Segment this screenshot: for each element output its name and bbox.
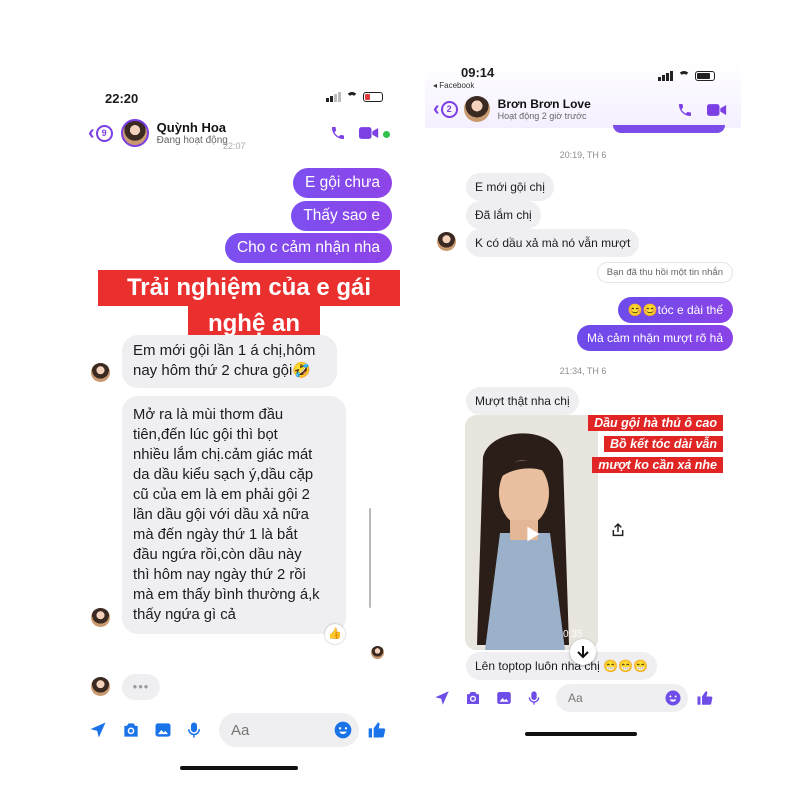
back-button[interactable]: ‹	[88, 123, 95, 143]
wifi-icon	[346, 92, 358, 102]
wifi-icon	[678, 71, 690, 81]
video-call-icon[interactable]	[359, 126, 379, 140]
contact-name[interactable]: Brơn Brơn Love	[498, 97, 591, 111]
partial-timestamp: 22:07	[223, 141, 246, 151]
home-indicator	[180, 766, 298, 770]
typing-indicator: •••	[122, 674, 160, 700]
incoming-message[interactable]: Lên toptop luôn nha chị 😁😁😁	[466, 652, 657, 680]
read-receipt-avatar	[371, 646, 384, 659]
home-indicator	[525, 732, 637, 736]
message-line: lần dầu gội với dầu xả nữa	[133, 507, 309, 523]
video-call-icon[interactable]	[707, 103, 727, 117]
incoming-message[interactable]: Mở ra là mùi thơm đầu tiên,đến lúc gội t…	[122, 396, 346, 634]
composer-bar: Aa	[78, 711, 400, 749]
overlay-caption-line-1: Trải nghiệm của e gái	[98, 270, 400, 306]
incoming-message[interactable]: Em mới gội lần 1 á chị,hôm nay hôm thứ 2…	[122, 335, 337, 388]
outgoing-message[interactable]: Mà cảm nhận mượt rõ hả	[577, 325, 733, 351]
image-icon[interactable]	[153, 720, 173, 740]
status-bar: 22:20	[78, 80, 400, 110]
online-dot	[383, 131, 390, 138]
unread-count-badge[interactable]: 9	[95, 124, 113, 142]
incoming-message[interactable]: K có dầu xả mà nó vẫn mượt	[466, 229, 640, 257]
outgoing-message[interactable]: 😊😊tóc e dài thế	[617, 297, 733, 323]
incoming-message[interactable]: Mượt thật nha chị	[466, 387, 579, 415]
battery-icon	[695, 71, 715, 81]
left-chat-screenshot: 22:20 ‹ 9 Quỳnh Hoa Đang hoạt động 22:07…	[78, 80, 400, 780]
camera-icon[interactable]	[464, 689, 482, 707]
message-placeholder: Aa	[231, 721, 250, 739]
video-attachment[interactable]: 0:35	[465, 415, 598, 650]
system-icons	[326, 92, 383, 102]
signal-icon	[326, 92, 341, 102]
chat-header: ‹ 2 Brơn Brơn Love Hoạt động 2 giờ trước	[425, 94, 741, 124]
composer-bar: Aa	[425, 681, 741, 715]
message-line: mà em thấy bình thường á,k	[133, 587, 320, 603]
unsent-message-notice: Bạn đã thu hồi một tin nhắn	[596, 262, 733, 283]
arrow-down-icon	[577, 646, 589, 659]
contact-name[interactable]: Quỳnh Hoa	[157, 120, 228, 135]
active-status: Hoạt động 2 giờ trước	[497, 111, 587, 121]
location-icon[interactable]	[433, 689, 451, 707]
incoming-message[interactable]: Đã lắm chị	[466, 201, 541, 229]
message-line: cũ của em là em phải gội 2	[133, 487, 310, 503]
emoji-icon[interactable]	[664, 689, 682, 707]
phone-icon[interactable]	[677, 102, 693, 118]
signal-icon	[658, 71, 673, 81]
scrollbar[interactable]	[369, 508, 371, 608]
video-caption-line-1: Dầu gội hà thủ ô cao	[588, 415, 723, 431]
avatar[interactable]	[463, 96, 490, 122]
like-icon[interactable]	[696, 689, 714, 707]
message-line: Mở ra là mùi thơm đầu	[133, 407, 284, 423]
microphone-icon[interactable]	[185, 720, 203, 740]
message-placeholder: Aa	[568, 691, 583, 705]
timestamp: 21:34, TH 6	[559, 366, 607, 376]
image-icon[interactable]	[495, 689, 513, 707]
status-time: 09:14	[461, 65, 495, 80]
message-line: tiên,đến lúc gội thì bọt	[133, 427, 278, 443]
phone-icon[interactable]	[330, 125, 346, 141]
sender-avatar	[437, 232, 456, 251]
emoji-icon[interactable]	[333, 720, 353, 740]
sender-avatar	[91, 677, 110, 696]
message-line: nay hôm thứ 2 chưa gội🤣	[133, 362, 312, 379]
sender-avatar	[91, 608, 110, 627]
back-button[interactable]: ‹	[433, 99, 440, 119]
message-line: da dầu kiểu sạch ý,dầu cặp	[133, 467, 314, 483]
avatar[interactable]	[120, 119, 149, 147]
like-reaction[interactable]: 👍	[325, 624, 345, 644]
unread-count-badge[interactable]: 2	[440, 100, 458, 118]
battery-icon	[363, 92, 383, 102]
message-input[interactable]: Aa	[556, 684, 688, 712]
video-caption-line-2: Bồ kết tóc dài vẫn	[604, 436, 723, 452]
previous-message-edge	[613, 125, 725, 133]
message-input[interactable]: Aa	[219, 713, 359, 747]
message-line: đầu ngứa rồi,còn dầu này	[133, 547, 302, 563]
camera-icon[interactable]	[121, 720, 141, 740]
share-icon[interactable]	[610, 521, 626, 539]
status-time: 22:20	[105, 91, 139, 106]
sender-avatar	[91, 363, 110, 382]
message-line: thì hôm nay ngày thứ 2 rồi	[133, 567, 306, 583]
system-icons	[658, 71, 715, 81]
outgoing-message[interactable]: Cho c cảm nhận nha	[224, 233, 392, 263]
outgoing-message[interactable]: Thấy sao e	[291, 201, 392, 231]
timestamp: 20:19, TH 6	[559, 150, 607, 160]
message-line: thấy ngứa gì cả	[133, 607, 236, 623]
microphone-icon[interactable]	[526, 689, 542, 707]
like-icon[interactable]	[367, 720, 387, 740]
play-icon[interactable]	[521, 523, 543, 545]
active-status: Đang hoạt động	[156, 135, 228, 146]
outgoing-message[interactable]: E gội chưa	[292, 168, 392, 198]
incoming-message[interactable]: E mới gội chị	[466, 173, 554, 201]
video-caption-line-3: mượt ko cần xả nhe	[592, 457, 723, 473]
location-icon[interactable]	[88, 720, 108, 740]
message-line: Em mới gội lần 1 á chị,hôm	[133, 342, 316, 359]
right-chat-screenshot: 09:14 ◂ Facebook ‹ 2 Brơn Brơn Love Hoạt…	[425, 62, 741, 752]
message-line: nhiều lắm chị.cảm giác mát	[133, 447, 313, 463]
back-to-app-link[interactable]: ◂ Facebook	[433, 81, 474, 90]
message-line: mà đến ngày thứ 1 là bắt	[133, 527, 298, 543]
scroll-down-button[interactable]	[570, 639, 596, 665]
